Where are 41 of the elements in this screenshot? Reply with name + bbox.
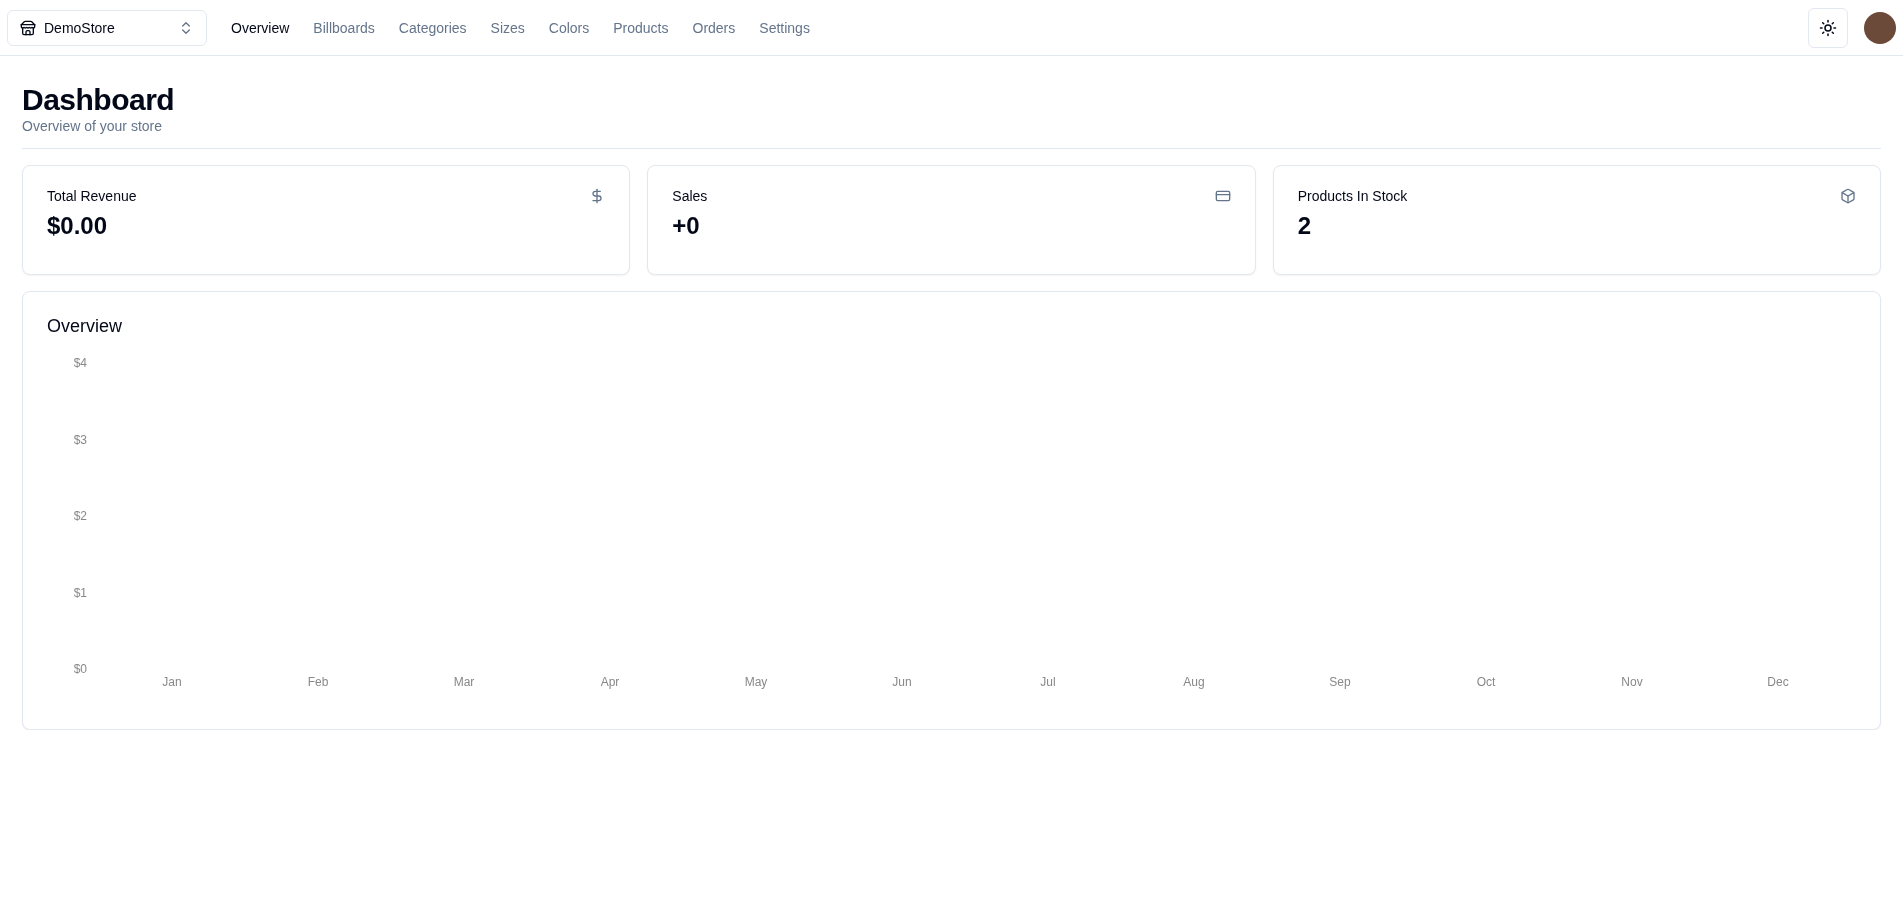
nav-link[interactable]: Billboards (313, 19, 375, 36)
x-axis-label: Sep (1329, 675, 1351, 689)
page-title: Dashboard (22, 82, 176, 118)
card-title: Overview (47, 316, 123, 337)
x-axis-label: Dec (1767, 675, 1789, 689)
y-axis-label: $2 (73, 509, 87, 523)
y-axis-label: $0 (73, 662, 87, 676)
x-axis-label: May (744, 675, 768, 689)
nav-link[interactable]: Colors (548, 19, 590, 36)
x-axis-label: Nov (1621, 675, 1643, 689)
nav-link[interactable]: Products (613, 19, 669, 36)
x-axis-label: Apr (600, 675, 620, 689)
store-switcher[interactable]: DemoStore (7, 9, 207, 46)
sun-icon (1819, 18, 1837, 37)
stat-title: Sales (672, 188, 708, 204)
package-icon (1840, 188, 1856, 204)
theme-toggle-button[interactable] (1808, 7, 1848, 48)
stat-value: $0.00 (47, 212, 109, 240)
x-axis-label: Jan (162, 675, 182, 689)
y-axis-label: $3 (73, 432, 87, 447)
nav-link[interactable]: Orders (692, 19, 736, 36)
nav-link[interactable]: Settings (759, 19, 810, 36)
stat-value: +0 (672, 212, 701, 240)
x-axis-label: Mar (453, 675, 475, 689)
x-axis-label: Jul (1040, 675, 1056, 689)
page-subtitle: Overview of your store (22, 118, 164, 134)
x-axis-label: Oct (1476, 675, 1496, 689)
stat-value: 2 (1297, 212, 1312, 240)
credit-card-icon (1214, 188, 1231, 204)
nav-link[interactable]: Categories (398, 19, 467, 36)
nav-link[interactable]: Sizes (490, 19, 525, 36)
stat-title: Products In Stock (1297, 188, 1408, 204)
avatar[interactable] (1864, 11, 1896, 44)
stat-title: Total Revenue (47, 188, 137, 204)
x-axis-label: Feb (307, 675, 329, 689)
y-axis-label: $4 (73, 356, 87, 370)
store-icon (20, 19, 36, 36)
x-axis-label: Aug (1183, 675, 1205, 689)
nav-link[interactable]: Overview (231, 19, 290, 36)
y-axis-label: $1 (73, 585, 87, 600)
x-axis-label: Jun (892, 675, 912, 689)
